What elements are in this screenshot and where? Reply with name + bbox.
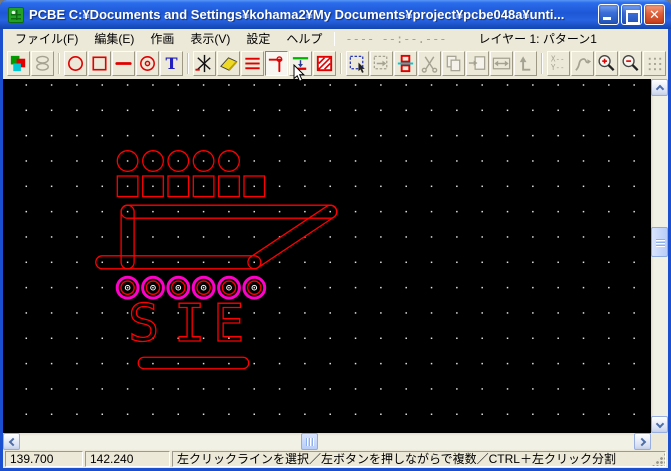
toolbar-button-pad-stack[interactable] <box>31 51 54 76</box>
status-message: 左クリックラインを選択／左ボタンを押しながらで複数／CTRL＋左クリック分割 <box>172 451 666 467</box>
menu-item-3[interactable]: 表示(V) <box>182 29 238 49</box>
horizontal-scrollbar[interactable] <box>3 433 651 450</box>
toolbar-button-multi-line[interactable] <box>241 51 264 76</box>
zoom-in-icon <box>596 53 617 74</box>
chevron-up-icon <box>655 84 665 94</box>
window-title: PCBE C:¥Documents and Settings¥kohama2¥M… <box>29 7 565 22</box>
break-line-icon <box>194 53 215 74</box>
toolbar: T X-- Y-- <box>3 48 668 79</box>
toolbar-group-separator <box>337 51 346 76</box>
title-bar: PCBE C:¥Documents and Settings¥kohama2¥M… <box>0 0 671 29</box>
toolbar-button-layers[interactable] <box>7 51 30 76</box>
draw-text-icon: T <box>161 53 182 74</box>
toolbar-button-grid-setting[interactable] <box>643 51 666 76</box>
toolbar-button-select-area[interactable] <box>346 51 369 76</box>
toolbar-button-cut[interactable] <box>418 51 441 76</box>
scrollbar-corner <box>651 433 668 450</box>
toolbar-button-draw-text[interactable]: T <box>160 51 183 76</box>
menu-separator <box>334 31 336 46</box>
toolbar-group-separator <box>184 51 193 76</box>
draw-line-icon <box>113 53 134 74</box>
status-message-text: 左クリックラインを選択／左ボタンを押しながらで複数／CTRL＋左クリック分割 <box>177 452 616 466</box>
transform-icon <box>572 53 593 74</box>
status-bar: 139.700 142.240 左クリックラインを選択／左ボタンを押しながらで複… <box>3 450 668 468</box>
toolbar-button-fill-hatch[interactable] <box>313 51 336 76</box>
scroll-right-button[interactable] <box>634 433 651 450</box>
vertical-scroll-thumb[interactable] <box>651 227 668 257</box>
toolbar-button-zoom-in[interactable] <box>595 51 618 76</box>
fill-hatch-icon <box>314 53 335 74</box>
chevron-right-icon <box>637 437 647 447</box>
zoom-out-icon <box>620 53 641 74</box>
toolbar-button-undo[interactable] <box>514 51 537 76</box>
mouse-cursor <box>293 64 306 82</box>
select-line-icon <box>266 53 287 74</box>
coordinate-readout: ---- --:--.--- <box>345 31 447 46</box>
chevron-left-icon <box>8 437 18 447</box>
toolbar-button-eraser[interactable] <box>217 51 240 76</box>
layer-indicator: レイヤー 1: パターン1 <box>478 32 597 46</box>
draw-rect-icon <box>89 53 110 74</box>
toolbar-button-draw-line[interactable] <box>112 51 135 76</box>
svg-text:S: S <box>128 294 159 354</box>
menu-bar: ファイル(F) 編集(E) 作画 表示(V) 設定 ヘルプ ---- --:--.--- … <box>3 29 668 48</box>
pcbe-window: PCBE C:¥Documents and Settings¥kohama2¥M… <box>0 0 671 471</box>
status-coord-x: 139.700 <box>5 451 83 467</box>
toolbar-button-stretch[interactable] <box>490 51 513 76</box>
status-coord-y: 142.240 <box>85 451 170 467</box>
pcb-drawing-canvas[interactable]: SIE <box>3 79 651 433</box>
chevron-down-icon <box>655 419 665 429</box>
svg-text:I: I <box>174 294 205 354</box>
svg-text:E: E <box>213 294 244 354</box>
minimize-button[interactable] <box>598 4 619 25</box>
toolbar-button-paste[interactable] <box>466 51 489 76</box>
paste-icon <box>467 53 488 74</box>
scroll-left-button[interactable] <box>3 433 20 450</box>
toolbar-button-draw-rect[interactable] <box>88 51 111 76</box>
horizontal-scroll-thumb[interactable] <box>301 433 318 450</box>
xy-input-icon: X-- Y-- <box>548 53 569 74</box>
pcb-artwork: SIE <box>95 150 338 370</box>
copy-icon <box>443 53 464 74</box>
menu-item-5[interactable]: ヘルプ <box>278 29 330 49</box>
menu-item-4[interactable]: 設定 <box>238 29 278 49</box>
toolbar-button-break-line[interactable] <box>193 51 216 76</box>
toolbar-button-move-area[interactable] <box>370 51 393 76</box>
scroll-up-button[interactable] <box>651 79 668 96</box>
connect-pads-icon <box>395 53 416 74</box>
menu-item-2[interactable]: 作画 <box>142 29 182 49</box>
pad-stack-icon <box>32 53 53 74</box>
layers-icon <box>8 53 29 74</box>
toolbar-button-select-line[interactable] <box>265 51 288 76</box>
toolbar-button-draw-pad[interactable] <box>136 51 159 76</box>
move-area-icon <box>371 53 392 74</box>
menu-item-0[interactable]: ファイル(F) <box>7 29 86 49</box>
toolbar-group-separator <box>55 51 64 76</box>
maximize-button[interactable] <box>621 4 642 25</box>
grid-setting-icon <box>644 53 665 74</box>
multi-line-icon <box>242 53 263 74</box>
vertical-scrollbar[interactable] <box>651 79 668 433</box>
scroll-down-button[interactable] <box>651 416 668 433</box>
svg-text:Y--: Y-- <box>551 63 565 72</box>
toolbar-button-transform[interactable] <box>571 51 594 76</box>
draw-pad-icon <box>137 53 158 74</box>
app-icon <box>8 6 24 23</box>
toolbar-button-draw-circle[interactable] <box>64 51 87 76</box>
svg-text:T: T <box>165 54 177 73</box>
menu-item-1[interactable]: 編集(E) <box>86 29 142 49</box>
toolbar-button-xy-input[interactable]: X-- Y-- <box>547 51 570 76</box>
draw-circle-icon <box>65 53 86 74</box>
stretch-icon <box>491 53 512 74</box>
toolbar-button-copy[interactable] <box>442 51 465 76</box>
resize-grip[interactable] <box>652 453 665 466</box>
toolbar-button-connect-pads[interactable] <box>394 51 417 76</box>
undo-icon <box>515 53 536 74</box>
close-button[interactable] <box>644 4 665 25</box>
select-area-icon <box>347 53 368 74</box>
eraser-icon <box>218 53 239 74</box>
toolbar-button-zoom-out[interactable] <box>619 51 642 76</box>
toolbar-group-separator <box>538 51 547 76</box>
cut-icon <box>419 53 440 74</box>
